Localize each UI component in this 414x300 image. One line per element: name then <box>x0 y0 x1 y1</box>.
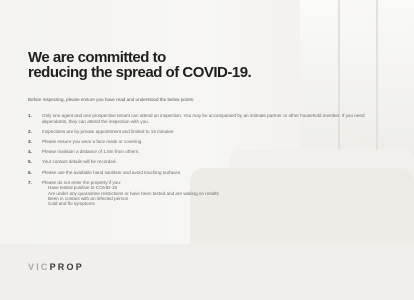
guidelines-list: 1. Only one agent and one prospective ten… <box>28 113 388 211</box>
list-item: 6. Please use the available hand sanitise… <box>28 170 388 176</box>
logo-text-prop: PROP <box>49 262 84 272</box>
list-item-text: Please maintain a distance of 1.5m from … <box>42 149 140 155</box>
logo-text-vic: VIC <box>28 262 50 272</box>
list-item-text: Your contact details will be recorded. <box>42 159 117 165</box>
list-item-number: 1. <box>28 113 32 118</box>
intro-text: Before inspecting, please ensure you hav… <box>28 97 195 102</box>
list-item-text: Please use the available hand sanitiser … <box>42 169 182 175</box>
list-item-text: Only one agent and one prospective tenan… <box>42 113 365 124</box>
vicprop-logo: VICPROP <box>28 262 84 272</box>
list-item: 5. Your contact details will be recorded. <box>28 159 388 165</box>
notice-image: We are committed to reducing the spread … <box>0 0 414 300</box>
list-item: 2. Inspections are by private appointment… <box>28 129 388 135</box>
list-item: 4. Please maintain a distance of 1.5m fro… <box>28 149 388 155</box>
list-subitem: Cold and flu symptoms <box>48 200 95 206</box>
list-item-number: 7. <box>28 179 32 185</box>
list-item-number: 3. <box>28 138 32 144</box>
list-item: 3. Please ensure you wear a face mask or … <box>28 139 388 145</box>
list-item-number: 4. <box>28 149 32 155</box>
page-title: We are committed to reducing the spread … <box>28 49 252 81</box>
background-floor <box>0 244 414 300</box>
list-item-text: Please ensure you wear a face mask or co… <box>42 138 143 144</box>
list-item: 7. Please do not enter the property if yo… <box>28 180 388 206</box>
title-line-2: reducing the spread of COVID-19. <box>28 64 252 81</box>
list-item-number: 2. <box>28 128 32 134</box>
title-line-1: We are committed to <box>28 49 166 66</box>
list-item-number: 5. <box>28 159 32 165</box>
list-item: 1. Only one agent and one prospective ten… <box>28 113 388 124</box>
list-item-text: Inspections are by private appointment a… <box>42 128 174 134</box>
list-item-number: 6. <box>28 169 32 175</box>
